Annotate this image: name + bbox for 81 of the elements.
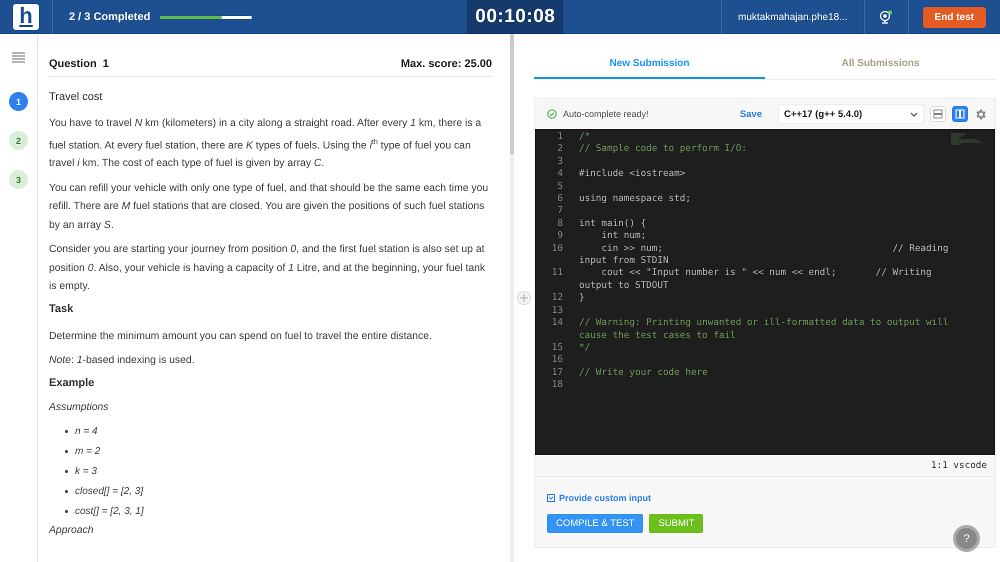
list-item: m = 2 <box>75 446 100 457</box>
line-number: 3 <box>556 156 563 168</box>
paragraph: You can refill your vehicle with only one type of fuel, and that should be the same each time you refill. There are M fuel stations that are closed. You are given the positions of such fuel stations by an array S. <box>49 182 490 233</box>
line-number: 7 <box>556 205 563 218</box>
question-name: Travel cost <box>49 91 104 103</box>
question-title: Question 1 <box>49 58 109 70</box>
question-number[interactable]: 2 <box>9 131 28 150</box>
split-layout-button[interactable] <box>952 106 968 122</box>
scrollbar-thumb[interactable] <box>510 34 514 154</box>
line-number: 16 <box>550 354 563 367</box>
line-number: 18 <box>550 379 563 392</box>
code-editor[interactable] <box>535 129 995 455</box>
paragraph: Determine the minimum amount you can spend on fuel to travel the entire distance. <box>49 330 433 344</box>
tab[interactable]: New Submission <box>534 58 765 79</box>
menu-icon[interactable] <box>12 52 25 63</box>
code-line: #include <iostream> <box>579 168 686 181</box>
code-line: // Warning: Printing unwanted or ill-formatted data to output will cause the test cases to fail <box>579 317 950 342</box>
code-line: using namespace std; <box>579 193 692 206</box>
compile-button[interactable]: COMPILE & TEST <box>547 514 644 533</box>
line-number: 2 <box>556 143 563 156</box>
submit-button[interactable]: SUBMIT <box>649 514 704 533</box>
subheading: Assumptions <box>49 402 110 413</box>
settings-icon[interactable] <box>974 108 987 120</box>
line-number: 10 <box>550 242 563 256</box>
line-number: 5 <box>556 180 563 194</box>
list-item: n = 4 <box>75 426 98 437</box>
list-item: k = 3 <box>75 466 97 477</box>
section-heading: Task <box>49 302 74 315</box>
code-line: int main() { <box>579 218 648 230</box>
subheading: Approach <box>49 524 94 536</box>
save-link[interactable]: Save <box>740 108 762 120</box>
end-test-button[interactable]: End test <box>922 6 986 28</box>
code-line: */ <box>579 342 592 354</box>
question-number[interactable]: 1 <box>9 92 28 111</box>
code-line: // Sample code to perform I/O: <box>579 143 748 156</box>
list-item: closed[] = [2, 3] <box>75 486 144 497</box>
max-score: Max. score: 25.00 <box>400 58 492 70</box>
line-number: 14 <box>550 317 563 330</box>
code-line: int num; <box>600 230 648 243</box>
expand-icon <box>547 494 555 502</box>
timer: 00:10:08 <box>467 0 564 34</box>
logo: h <box>13 4 39 30</box>
progress-text: 2 / 3 Completed <box>69 11 150 23</box>
paragraph: You have to travel N km (kilometers) in a city along a straight road. After every 1 km, there is a fuel station. At every fuel station, there are K types of fuels. Using the i$^{th}$ type of fuel you can travel i km. The cost of each type of fuel is given by array C. <box>49 117 482 172</box>
code-line: /* <box>579 131 592 144</box>
list-item: cost[] = [2, 3, 1] <box>75 506 144 517</box>
paragraph: Note: 1-based indexing is used. <box>49 354 196 368</box>
user-name[interactable]: muktakmahajan.phe18... <box>721 0 864 34</box>
line-number: 4 <box>556 168 563 181</box>
resize-handle-icon[interactable] <box>517 291 531 305</box>
cursor-position: 1:1 vscode <box>535 455 995 477</box>
check-circle-icon <box>547 109 557 119</box>
custom-input-link[interactable]: Provide custom input <box>547 493 995 503</box>
bullet-dot <box>65 510 68 513</box>
line-number: 12 <box>550 292 563 305</box>
code-line: } <box>579 292 586 305</box>
caret-icon <box>910 112 918 116</box>
language-select[interactable]: C++17 (g++ 5.4.0) <box>778 104 924 124</box>
stacked-layout-icon <box>932 108 944 120</box>
line-number: 13 <box>550 304 563 318</box>
line-number: 15 <box>550 342 563 354</box>
code-line: // Write your code here <box>579 366 709 380</box>
section-heading: Example <box>49 376 96 389</box>
webcam-icon[interactable] <box>879 10 894 24</box>
line-number: 8 <box>556 218 563 230</box>
paragraph: Consider you are starting your journey from position 0, and the first fuel station is also set up at position 0. Also, your vehicle is having a capacity of 1 Litre, and at the beginning, your fuel tank is empty. <box>49 243 486 294</box>
bullet-dot <box>65 450 68 453</box>
question-number[interactable]: 3 <box>9 170 28 189</box>
line-number: 1 <box>556 131 563 144</box>
line-number: 17 <box>550 366 563 380</box>
split-layout-icon <box>954 108 966 120</box>
bullet-dot <box>65 470 68 473</box>
tab[interactable]: All Submissions <box>765 58 996 79</box>
stacked-layout-button[interactable] <box>930 106 946 122</box>
line-number: 6 <box>556 193 563 206</box>
line-number: 9 <box>556 230 563 243</box>
bullet-dot <box>65 430 68 433</box>
autocomplete-status: Auto-complete ready! <box>563 109 649 119</box>
code-line: cout << "Input number is " << num << endl; // Writing output to STDOUT <box>579 267 933 292</box>
bullet-dot <box>65 490 68 493</box>
line-number: 11 <box>550 267 563 280</box>
